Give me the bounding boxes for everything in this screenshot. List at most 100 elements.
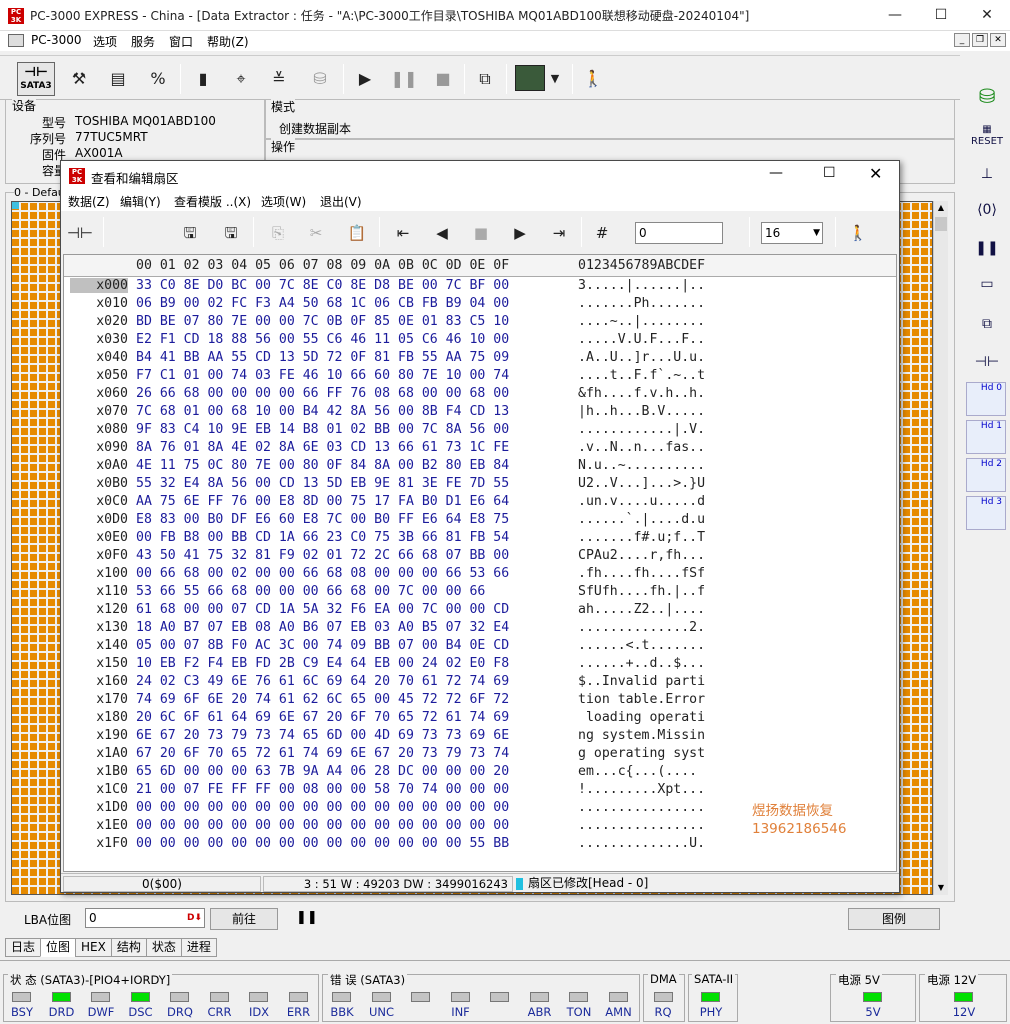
hex-row[interactable]: x0A0 4E 11 75 0C 80 7E 00 80 0F 84 8A 00 … xyxy=(64,457,896,475)
row-hex-bytes[interactable]: 20 6C 6F 61 64 69 6E 67 20 6F 70 65 72 6… xyxy=(136,710,509,725)
lba-arrow-icon[interactable]: D⬇ xyxy=(187,909,202,927)
row-hex-bytes[interactable]: F7 C1 01 00 74 03 FE 46 10 66 60 80 7E 1… xyxy=(136,368,509,383)
menu-options[interactable]: 选项 xyxy=(93,33,117,50)
row-hex-bytes[interactable]: 00 00 00 00 00 00 00 00 00 00 00 00 00 0… xyxy=(136,836,509,851)
row-hex-bytes[interactable]: 67 20 6F 70 65 72 61 74 69 6E 67 20 73 7… xyxy=(136,746,509,761)
hex-row[interactable]: x1A0 67 20 6F 70 65 72 61 74 69 6E 67 20 … xyxy=(64,745,896,763)
row-ascii[interactable]: .....V.U.F...F.. xyxy=(578,332,705,347)
tab-process[interactable]: 进程 xyxy=(180,938,217,957)
dialog-port-icon[interactable]: ⊣⊢ xyxy=(66,219,94,247)
drive-info-icon[interactable]: ▮ xyxy=(188,63,218,95)
row-hex-bytes[interactable]: 00 66 68 00 02 00 00 66 68 08 00 00 00 6… xyxy=(136,566,509,581)
hex-row[interactable]: x050 F7 C1 01 00 74 03 FE 46 10 66 60 80 … xyxy=(64,367,896,385)
dialog-menu-template[interactable]: 查看模版 ..(X) xyxy=(174,193,251,210)
row-ascii[interactable]: $..Invalid parti xyxy=(578,674,705,689)
head-3-button[interactable]: Hd 3 xyxy=(966,496,1006,530)
dialog-minimize-button[interactable]: — xyxy=(769,165,783,181)
row-ascii[interactable]: g operating syst xyxy=(578,746,705,761)
sata3-port-button[interactable]: ⊣⊢ SATA3 xyxy=(17,62,55,96)
hex-row[interactable]: x060 26 66 68 00 00 00 00 66 FF 76 08 68 … xyxy=(64,385,896,403)
row-hex-bytes[interactable]: 9F 83 C4 10 9E EB 14 B8 01 02 BB 00 7C 8… xyxy=(136,422,509,437)
row-ascii[interactable]: 3.....|......|.. xyxy=(578,278,705,293)
row-ascii[interactable]: !.........Xpt... xyxy=(578,782,705,797)
sector-offset-input[interactable]: 0 xyxy=(635,222,723,244)
row-hex-bytes[interactable]: 74 69 6F 6E 20 74 61 62 6C 65 00 45 72 7… xyxy=(136,692,509,707)
hex-row[interactable]: x140 05 00 07 8B F0 AC 3C 00 74 09 BB 07 … xyxy=(64,637,896,655)
percent-icon[interactable]: % xyxy=(143,63,173,95)
dialog-exit-icon[interactable]: 🚶 xyxy=(844,219,872,247)
binoculars-icon[interactable]: ⌖ xyxy=(226,63,256,95)
pause-right-icon[interactable]: ❚❚ xyxy=(968,232,1006,264)
hex-row[interactable]: x0E0 00 FB B8 00 BB CD 1A 66 23 C0 75 3B … xyxy=(64,529,896,547)
row-hex-bytes[interactable]: AA 75 6E FF 76 00 E8 8D 00 75 17 FA B0 D… xyxy=(136,494,509,509)
hex-row[interactable]: x130 18 A0 B7 07 EB 08 A0 B6 07 EB 03 A0 … xyxy=(64,619,896,637)
mdi-child-icon[interactable] xyxy=(8,34,24,47)
row-ascii[interactable]: .......Ph....... xyxy=(578,296,705,311)
row-ascii[interactable]: .A..U..]r...U.u. xyxy=(578,350,705,365)
menu-help[interactable]: 帮助(Z) xyxy=(207,33,249,50)
head-0-button[interactable]: Hd 0 xyxy=(966,382,1006,416)
row-ascii[interactable]: ..............2. xyxy=(578,620,705,635)
dialog-menu-options[interactable]: 选项(W) xyxy=(261,193,306,210)
hex-row[interactable]: x080 9F 83 C4 10 9E EB 14 B8 01 02 BB 00 … xyxy=(64,421,896,439)
hex-row[interactable]: x090 8A 76 01 8A 4E 02 8A 6E 03 CD 13 66 … xyxy=(64,439,896,457)
last-sector-icon[interactable]: ⇥ xyxy=(545,219,573,247)
row-ascii[interactable]: .v..N..n...fas.. xyxy=(578,440,705,455)
hex-row[interactable]: x0F0 43 50 41 75 32 81 F9 02 01 72 2C 66 … xyxy=(64,547,896,565)
row-hex-bytes[interactable]: 21 00 07 FE FF FF 00 08 00 00 58 70 74 0… xyxy=(136,782,509,797)
row-ascii[interactable]: |h..h...B.V..... xyxy=(578,404,705,419)
row-hex-bytes[interactable]: 55 32 E4 8A 56 00 CD 13 5D EB 9E 81 3E F… xyxy=(136,476,509,491)
tab-status[interactable]: 状态 xyxy=(145,938,182,957)
tab-structure[interactable]: 结构 xyxy=(110,938,147,957)
head-map-icon[interactable]: ≚ xyxy=(264,63,294,95)
maximize-button[interactable]: ☐ xyxy=(918,0,964,31)
row-ascii[interactable]: em...c{...(.... xyxy=(578,764,697,779)
row-hex-bytes[interactable]: 00 00 00 00 00 00 00 00 00 00 00 00 00 0… xyxy=(136,818,509,833)
head-1-button[interactable]: Hd 1 xyxy=(966,420,1006,454)
hex-row[interactable]: x010 06 B9 00 02 FC F3 A4 50 68 1C 06 CB … xyxy=(64,295,896,313)
row-hex-bytes[interactable]: 6E 67 20 73 79 73 74 65 6D 00 4D 69 73 7… xyxy=(136,728,509,743)
port-right-icon[interactable]: ⊣⊢ xyxy=(968,346,1006,378)
power-plug-icon[interactable]: ⊥ xyxy=(968,158,1006,190)
hex-row[interactable]: x000 33 C0 8E D0 BC 00 7C 8E C0 8E D8 BE … xyxy=(64,277,896,295)
row-hex-bytes[interactable]: 06 B9 00 02 FC F3 A4 50 68 1C 06 CB FB B… xyxy=(136,296,509,311)
chevron-down-icon[interactable]: ▼ xyxy=(545,63,565,95)
row-ascii[interactable]: ng system.Missin xyxy=(578,728,705,743)
row-ascii[interactable]: N.u..~.......... xyxy=(578,458,705,473)
row-hex-bytes[interactable]: 7C 68 01 00 68 10 00 B4 42 8A 56 00 8B F… xyxy=(136,404,509,419)
load-sector-icon[interactable]: 🖫 xyxy=(176,219,204,247)
row-ascii[interactable]: &fh....f.v.h..h. xyxy=(578,386,705,401)
save-sector-icon[interactable]: 🖫 xyxy=(217,219,245,247)
row-hex-bytes[interactable]: E8 83 00 B0 DF E6 60 E8 7C 00 B0 FF E6 6… xyxy=(136,512,509,527)
tab-log[interactable]: 日志 xyxy=(5,938,42,957)
row-hex-bytes[interactable]: 8A 76 01 8A 4E 02 8A 6E 03 CD 13 66 61 7… xyxy=(136,440,509,455)
preview-image-icon[interactable] xyxy=(515,65,545,91)
tab-bitmap[interactable]: 位图 xyxy=(40,938,77,957)
hex-row[interactable]: x1B0 65 6D 00 00 00 63 7B 9A A4 06 28 DC … xyxy=(64,763,896,781)
close-button[interactable]: ✕ xyxy=(964,0,1010,31)
smart-icon[interactable]: ▤ xyxy=(103,63,133,95)
hex-row[interactable]: x100 00 66 68 00 02 00 00 66 68 08 00 00 … xyxy=(64,565,896,583)
windows-icon[interactable]: ⧉ xyxy=(470,63,500,95)
row-hex-bytes[interactable]: 33 C0 8E D0 BC 00 7C 8E C0 8E D8 BE 00 7… xyxy=(136,278,509,293)
scroll-down-icon[interactable]: ▼ xyxy=(934,881,948,895)
row-hex-bytes[interactable]: 00 00 00 00 00 00 00 00 00 00 00 00 00 0… xyxy=(136,800,509,815)
menu-window[interactable]: 窗口 xyxy=(169,33,193,50)
menu-service[interactable]: 服务 xyxy=(131,33,155,50)
row-hex-bytes[interactable]: 65 6D 00 00 00 63 7B 9A A4 06 28 DC 00 0… xyxy=(136,764,509,779)
hex-row[interactable]: x0C0 AA 75 6E FF 76 00 E8 8D 00 75 17 FA … xyxy=(64,493,896,511)
hex-row[interactable]: x0B0 55 32 E4 8A 56 00 CD 13 5D EB 9E 81 … xyxy=(64,475,896,493)
minimize-button[interactable]: — xyxy=(872,0,918,31)
hex-row[interactable]: x150 10 EB F2 F4 EB FD 2B C9 E4 64 EB 00 … xyxy=(64,655,896,673)
row-ascii[interactable]: .un.v....u.....d xyxy=(578,494,705,509)
row-hex-bytes[interactable]: 26 66 68 00 00 00 00 66 FF 76 08 68 00 0… xyxy=(136,386,509,401)
hex-row[interactable]: x070 7C 68 01 00 68 10 00 B4 42 8A 56 00 … xyxy=(64,403,896,421)
row-ascii[interactable]: ah.....Z2..|.... xyxy=(578,602,705,617)
lba-input[interactable]: 0 D⬇ xyxy=(85,908,205,928)
copy-icon[interactable]: ⧉ xyxy=(968,308,1006,340)
hex-row[interactable]: x160 24 02 C3 49 6E 76 61 6C 69 64 20 70 … xyxy=(64,673,896,691)
exit-icon[interactable]: 🚶 xyxy=(578,63,608,95)
row-hex-bytes[interactable]: 43 50 41 75 32 81 F9 02 01 72 2C 66 68 0… xyxy=(136,548,509,563)
first-sector-icon[interactable]: ⇤ xyxy=(389,219,417,247)
prev-sector-icon[interactable]: ◀ xyxy=(428,219,456,247)
